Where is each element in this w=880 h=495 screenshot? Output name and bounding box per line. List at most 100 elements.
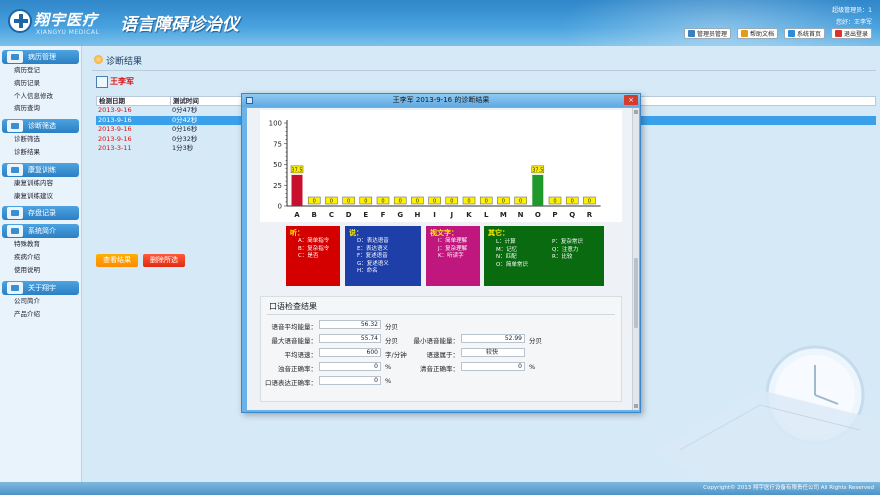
legend-column: L：计算 M：记忆 N：匹配 O：简单常识 xyxy=(496,239,528,269)
legend-title: 说： xyxy=(349,229,363,237)
legend-column: P：复杂常识 Q：注意力 R：比较 xyxy=(552,239,583,262)
voiced-rate-label: 浊音正确率： xyxy=(278,365,317,373)
unvoiced-rate-field[interactable]: 0 xyxy=(461,362,525,371)
legend-item: L：计算 xyxy=(496,239,516,245)
value-label: 0 xyxy=(416,199,419,205)
home-icon xyxy=(787,30,795,37)
x-tick-label: M xyxy=(500,211,507,219)
admin-manage-button[interactable]: 管理员管理 xyxy=(683,28,731,39)
value-label: 0 xyxy=(502,199,505,205)
legend-item: I：简单理解 xyxy=(438,238,468,244)
chart-panel: 0 25 50 75 100 37.5 A 0 B 0 C 0 D 0 E 0 F 0 G 0 H 0 I 0 J 0 K 0 L 0 M 0… xyxy=(260,110,622,222)
sidebar-item-screening[interactable]: 诊断筛选 xyxy=(0,133,81,146)
legend-other: 其它： L：计算 M：记忆 N：匹配 O：简单常识 P：复杂常识 Q：注意力 R… xyxy=(484,226,604,286)
sidebar-item-training-advice[interactable]: 康复训练建议 xyxy=(0,190,81,203)
x-tick-label: P xyxy=(552,211,557,219)
sidebar-item-register[interactable]: 病历登记 xyxy=(0,64,81,77)
value-label: 0 xyxy=(347,199,350,205)
legend-item: N：匹配 xyxy=(496,254,517,260)
speed-label: 平均语速： xyxy=(284,351,318,359)
dialog-title: 王李军 2013-9-16 的诊断结果 xyxy=(392,96,490,104)
sidebar-item-company-intro[interactable]: 公司简介 xyxy=(0,295,81,308)
scroll-up-icon[interactable] xyxy=(634,110,638,114)
voiced-rate-unit: % xyxy=(385,363,392,371)
close-button[interactable]: × xyxy=(624,95,638,105)
value-label: 0 xyxy=(553,199,556,205)
legend-item: D：表达语音 xyxy=(357,238,389,244)
patient-name: 王李军 xyxy=(96,76,134,88)
brand-subtitle: XIANGYU MEDICAL xyxy=(36,29,100,36)
row-duration: 0分32秒 xyxy=(172,134,198,143)
y-tick-label: 25 xyxy=(273,182,282,190)
min-energy-label: 最小语音能量： xyxy=(413,337,460,345)
legend-item: E：表达语义 xyxy=(357,245,388,252)
min-energy-unit: 分贝 xyxy=(529,337,542,345)
legend-item: F：复述语音 xyxy=(357,253,388,259)
value-label: 0 xyxy=(467,199,470,205)
x-tick-label: J xyxy=(449,211,453,219)
help-docs-button[interactable]: 帮助文档 xyxy=(736,28,778,39)
y-tick-label: 0 xyxy=(278,203,282,211)
app-title: 语言障碍诊治仪 xyxy=(120,15,239,35)
speed-type-field[interactable]: 较快 xyxy=(461,348,525,357)
x-tick-label: E xyxy=(363,211,368,219)
sidebar-item-record-list[interactable]: 病历记录 xyxy=(0,77,81,90)
logout-button[interactable]: 退出登录 xyxy=(830,28,872,39)
sidebar-item-product-intro[interactable]: 产品介绍 xyxy=(0,308,81,321)
legend-title: 视文字： xyxy=(430,229,458,237)
oral-exam-panel: 口语检查结果 语音平均能量： 56.32 分贝 最大语音能量： 55.74 分贝… xyxy=(260,296,622,402)
scroll-thumb[interactable] xyxy=(634,258,638,328)
avg-energy-field[interactable]: 56.32 xyxy=(319,320,381,329)
value-label: 0 xyxy=(519,199,522,205)
expression-rate-field[interactable]: 0 xyxy=(319,376,381,385)
sidebar-section-training[interactable]: 康复训练 xyxy=(2,162,79,177)
home-button[interactable]: 系统首页 xyxy=(783,28,825,39)
row-date: 2013-9-16 xyxy=(98,134,132,143)
view-result-button[interactable]: 查看结果 xyxy=(96,254,138,267)
speed-field[interactable]: 600 xyxy=(319,348,381,357)
x-tick-label: A xyxy=(294,211,300,219)
records-icon xyxy=(7,51,23,63)
sidebar-section-diagnosis[interactable]: 诊断筛选 xyxy=(2,119,79,134)
sidebar-item-special-education[interactable]: 特殊教育 xyxy=(0,238,81,251)
sidebar-section-label: 系统简介 xyxy=(28,227,56,236)
bar-a xyxy=(291,174,303,206)
delete-selected-button[interactable]: 删除所选 xyxy=(143,254,185,267)
value-label: 37.5 xyxy=(532,167,543,173)
sidebar-section-about-system[interactable]: 系统简介 xyxy=(2,224,79,239)
value-label: 0 xyxy=(433,199,436,205)
row-date: 2013-9-16 xyxy=(98,115,132,124)
sidebar-section-about-company[interactable]: 关于翔宇 xyxy=(2,280,79,295)
value-label: 0 xyxy=(330,199,333,205)
sidebar-section-label: 诊断筛选 xyxy=(28,122,56,131)
x-tick-label: D xyxy=(346,211,352,219)
sidebar-item-results[interactable]: 诊断结果 xyxy=(0,146,81,159)
sidebar-item-profile-edit[interactable]: 个人信息修改 xyxy=(0,90,81,103)
sidebar-item-usage[interactable]: 使用说明 xyxy=(0,264,81,277)
legend-item: M：记忆 xyxy=(496,246,518,253)
header-date: 检测日期 xyxy=(97,97,171,105)
row-date: 2013-9-16 xyxy=(98,125,132,133)
value-label: 0 xyxy=(381,199,384,205)
dialog-scrollbar[interactable] xyxy=(632,108,639,410)
sidebar-item-training-content[interactable]: 康复训练内容 xyxy=(0,177,81,190)
sidebar-item-record-search[interactable]: 病历查询 xyxy=(0,102,81,115)
min-energy-field[interactable]: 52.99 xyxy=(461,334,525,343)
sidebar-item-disease-intro[interactable]: 疾病介绍 xyxy=(0,251,81,264)
sidebar-section-label: 关于翔宇 xyxy=(28,283,56,292)
legend-reading: 视文字： I：简单理解 J：复杂理解 K：听读字 xyxy=(426,226,480,286)
admin-icon xyxy=(687,30,695,37)
max-energy-field[interactable]: 55.74 xyxy=(319,334,381,343)
training-icon xyxy=(7,163,23,176)
x-tick-label: L xyxy=(484,211,489,219)
sidebar-section-saved[interactable]: 存盘记录 xyxy=(2,206,79,221)
voiced-rate-field[interactable]: 0 xyxy=(319,362,381,371)
legend-item: B：复杂指令 xyxy=(298,245,330,252)
legend-item: K：听读字 xyxy=(438,253,464,259)
logo-icon xyxy=(8,9,32,33)
sidebar-section-records[interactable]: 病历管理 xyxy=(2,50,79,64)
scroll-down-icon[interactable] xyxy=(634,404,638,408)
legend-title: 听： xyxy=(290,229,304,237)
value-label: 0 xyxy=(364,199,367,205)
legend-item: H：命名 xyxy=(357,268,378,274)
